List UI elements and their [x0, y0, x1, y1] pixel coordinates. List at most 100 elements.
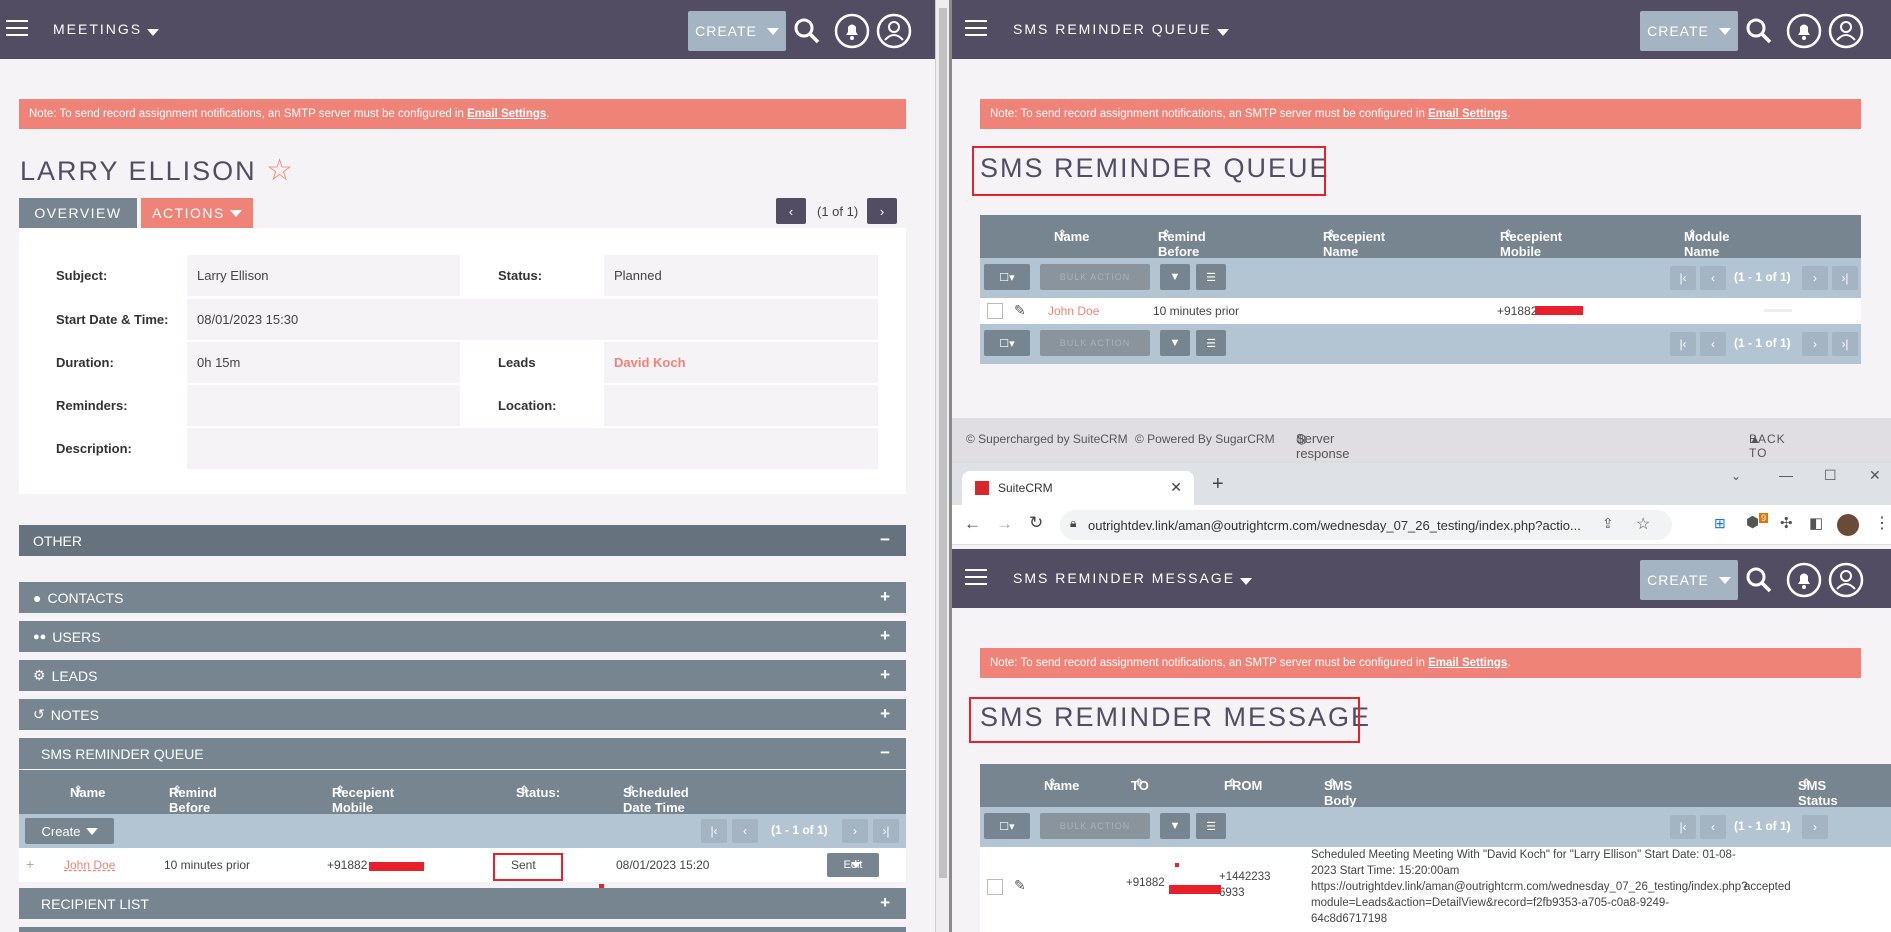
collapse-icon[interactable]: − — [880, 530, 890, 550]
create-button[interactable]: CREATE — [1640, 560, 1738, 600]
subpanel-other[interactable]: OTHER − — [19, 525, 906, 556]
actions-button[interactable]: ACTIONS — [141, 198, 253, 228]
minimize-icon[interactable]: — — [1779, 467, 1793, 483]
column-chooser-icon[interactable]: ☰ — [1196, 330, 1226, 356]
notification-bell-icon[interactable] — [833, 12, 871, 50]
menu-icon[interactable] — [6, 20, 28, 36]
close-tab-icon[interactable]: ✕ — [1170, 479, 1182, 496]
select-all-dropdown[interactable]: ☐▾ — [984, 264, 1030, 290]
first-page-button[interactable]: |‹ — [1670, 266, 1696, 290]
expand-row-icon[interactable]: + — [26, 856, 34, 872]
search-icon[interactable] — [1742, 14, 1776, 48]
first-page-button[interactable]: |‹ — [1670, 332, 1696, 356]
email-settings-link[interactable]: Email Settings — [467, 108, 546, 120]
module-menu[interactable]: MEETINGS — [53, 21, 160, 37]
address-bar[interactable]: 🔒︎ outrightdev.link/aman@outrightcrm.com… — [1060, 510, 1672, 540]
previous-record-button[interactable]: ‹ — [776, 198, 806, 224]
bulk-action-button[interactable]: BULK ACTION — [1040, 330, 1150, 356]
sort-icon[interactable]: ⇳ — [1504, 229, 1512, 240]
row-name-link[interactable]: John Doe — [64, 858, 115, 872]
first-page-button[interactable]: |‹ — [701, 819, 727, 843]
create-button[interactable]: CREATE — [688, 11, 786, 51]
email-settings-link[interactable]: Email Settings — [1428, 657, 1507, 669]
close-window-icon[interactable]: ✕ — [1869, 467, 1881, 484]
maximize-icon[interactable]: ☐ — [1824, 467, 1837, 484]
prev-page-button[interactable]: ‹ — [732, 819, 758, 843]
supercharged-link[interactable]: © Supercharged by SuiteCRM — [966, 432, 1128, 446]
reload-icon[interactable]: ↻ — [1029, 513, 1043, 533]
translate-extension-icon[interactable]: ⊞ — [1714, 515, 1726, 532]
sort-icon[interactable]: ⇳ — [1228, 778, 1236, 789]
menu-icon[interactable] — [965, 569, 987, 585]
next-record-button[interactable]: › — [867, 198, 897, 224]
row-edit-button[interactable]: Edit — [827, 853, 879, 877]
sort-icon[interactable]: ⇳ — [1328, 778, 1336, 789]
edit-pencil-icon[interactable]: ✎ — [1014, 877, 1026, 894]
select-all-dropdown[interactable]: ☐▾ — [984, 330, 1030, 356]
last-page-button[interactable]: ›| — [1832, 266, 1858, 290]
row-checkbox[interactable] — [987, 879, 1003, 895]
subpanel-sms-reminder-queue[interactable]: SMS REMINDER QUEUE − — [19, 738, 906, 769]
row-checkbox[interactable] — [987, 303, 1003, 319]
menu-icon[interactable] — [965, 20, 987, 36]
row-name-link[interactable]: John Doe — [1048, 304, 1099, 318]
sort-icon[interactable]: ⇳ — [173, 785, 181, 796]
first-page-button[interactable]: |‹ — [1670, 815, 1696, 839]
subpanel-leads[interactable]: ⚙ LEADS + — [19, 660, 906, 691]
next-page-button[interactable]: › — [1802, 332, 1828, 356]
collapse-icon[interactable]: − — [880, 743, 890, 763]
subpanel-recipient-list[interactable]: RECIPIENT LIST + — [19, 888, 906, 919]
sort-icon[interactable]: ⇳ — [627, 785, 635, 796]
leads-link[interactable]: David Koch — [604, 342, 878, 383]
kebab-menu-icon[interactable]: ⋮ — [1874, 513, 1890, 533]
last-page-button[interactable]: ›| — [873, 819, 899, 843]
subpanel-contacts[interactable]: ● CONTACTS + — [19, 582, 906, 613]
filter-icon[interactable]: ▼ — [1160, 264, 1190, 290]
tab-overview[interactable]: OVERVIEW — [19, 198, 137, 228]
module-menu[interactable]: SMS REMINDER QUEUE — [1013, 21, 1229, 37]
expand-icon[interactable]: + — [880, 587, 890, 607]
filter-icon[interactable]: ▼ — [1160, 330, 1190, 356]
expand-icon[interactable]: + — [880, 893, 890, 913]
subpanel-users[interactable]: ●● USERS + — [19, 621, 906, 652]
user-avatar-icon[interactable] — [1827, 12, 1865, 50]
sort-icon[interactable]: ⇳ — [74, 785, 82, 796]
left-scrollbar[interactable] — [935, 0, 949, 932]
email-settings-link[interactable]: Email Settings — [1428, 108, 1507, 120]
tab-search-icon[interactable]: ⌄ — [1731, 469, 1741, 483]
next-page-button[interactable]: › — [842, 819, 868, 843]
edit-pencil-icon[interactable]: ✎ — [1014, 302, 1026, 319]
next-page-button[interactable]: › — [1802, 266, 1828, 290]
module-menu[interactable]: SMS REMINDER MESSAGE — [1013, 570, 1253, 586]
next-page-button[interactable]: › — [1802, 815, 1828, 839]
expand-icon[interactable]: + — [880, 626, 890, 646]
queue-create-button[interactable]: Create — [25, 818, 114, 844]
sort-icon[interactable]: ⇳ — [1802, 778, 1810, 789]
expand-icon[interactable]: + — [880, 704, 890, 724]
create-button[interactable]: CREATE — [1640, 11, 1738, 51]
scrollbar-thumb[interactable] — [939, 8, 947, 878]
browser-tab[interactable]: SuiteCRM ✕ — [962, 471, 1194, 505]
notification-bell-icon[interactable] — [1785, 12, 1823, 50]
back-to-top-link[interactable]: BACK TO TOP ▲ — [1749, 432, 1785, 461]
bulk-action-button[interactable]: BULK ACTION — [1040, 813, 1150, 839]
sort-icon[interactable]: ⇳ — [336, 785, 344, 796]
bookmark-star-icon[interactable]: ☆ — [1636, 514, 1650, 534]
prev-page-button[interactable]: ‹ — [1700, 266, 1726, 290]
sort-icon[interactable]: ⇳ — [1135, 778, 1143, 789]
back-arrow-icon[interactable]: ← — [964, 514, 981, 534]
new-tab-icon[interactable]: + — [1212, 473, 1224, 496]
sort-icon[interactable]: ⇳ — [1048, 778, 1056, 789]
share-icon[interactable]: ⇪ — [1602, 515, 1614, 532]
last-page-button[interactable]: ›| — [1832, 332, 1858, 356]
extension-icon[interactable]: ⬢ 9 — [1746, 513, 1769, 531]
sort-icon[interactable]: ⇳ — [1688, 229, 1696, 240]
search-icon[interactable] — [790, 14, 824, 48]
search-icon[interactable] — [1742, 563, 1776, 597]
subpanel-notes[interactable]: ↺ NOTES + — [19, 699, 906, 730]
puzzle-extensions-icon[interactable]: ✣ — [1780, 514, 1793, 532]
select-all-dropdown[interactable]: ☐▾ — [984, 813, 1030, 839]
user-avatar-icon[interactable] — [875, 12, 913, 50]
sort-icon[interactable]: ⇳ — [1058, 229, 1066, 240]
forward-arrow-icon[interactable]: → — [996, 514, 1013, 534]
